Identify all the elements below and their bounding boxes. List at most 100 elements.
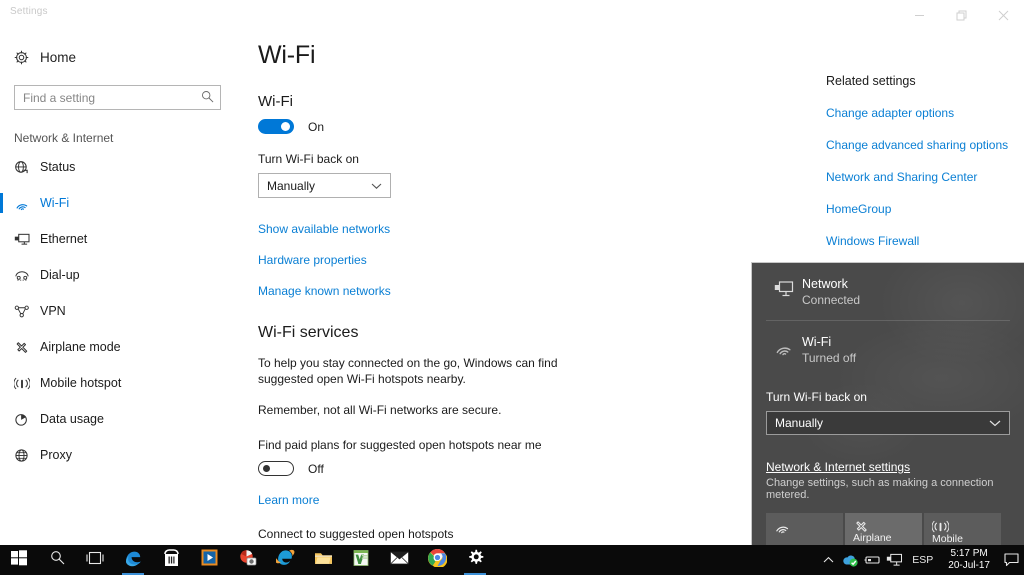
internet-explorer-button[interactable]: [266, 545, 304, 575]
sidebar-item-proxy[interactable]: Proxy: [0, 437, 237, 473]
quick-action-wifi[interactable]: Wi-Fi: [766, 513, 843, 545]
flyout-wifi-status: Turned off: [802, 351, 857, 365]
search-icon: [201, 90, 214, 108]
network-icon[interactable]: [883, 545, 905, 575]
flyout-network-entry[interactable]: Network Connected: [752, 263, 1024, 318]
sidebar-item-dialup[interactable]: Dial-up: [0, 257, 237, 293]
flyout-wifi-entry[interactable]: Wi-Fi Turned off: [752, 321, 1024, 376]
task-view-icon: [86, 551, 104, 570]
gear-icon: [467, 549, 484, 571]
sidebar-item-label: Status: [40, 160, 76, 174]
paid-plans-toggle-label: Off: [308, 461, 324, 476]
wifi-icon: [14, 196, 40, 211]
edge-button[interactable]: [114, 545, 152, 575]
mail-button[interactable]: [380, 545, 418, 575]
datausage-icon: [14, 412, 40, 427]
file-explorer-button[interactable]: [304, 545, 342, 575]
sidebar-item-mobile-hotspot[interactable]: Mobile hotspot: [0, 365, 237, 401]
clock[interactable]: 5:17 PM 20-Jul-17: [940, 548, 998, 572]
minimize-button[interactable]: [898, 0, 940, 30]
chevron-down-icon: [371, 182, 382, 190]
media-player-button[interactable]: [190, 545, 228, 575]
homegroup-link[interactable]: HomeGroup: [826, 202, 891, 216]
flyout-dropdown-value: Manually: [775, 416, 824, 430]
clock-date: 20-Jul-17: [948, 560, 990, 571]
quick-actions-row: Wi-Fi Airplane mode: [766, 513, 1024, 545]
task-view-button[interactable]: [76, 545, 114, 575]
windows-firewall-link[interactable]: Windows Firewall: [826, 234, 919, 248]
show-available-networks-link[interactable]: Show available networks: [258, 222, 390, 236]
sidebar-item-label: Airplane mode: [40, 340, 121, 354]
sidebar-item-label: Data usage: [40, 412, 104, 426]
sidebar-home-label: Home: [40, 49, 77, 65]
quick-action-mobile-hotspot[interactable]: Mobile hotspot: [924, 513, 1001, 545]
chrome-icon: [427, 548, 447, 572]
chrome-button[interactable]: [418, 545, 456, 575]
sidebar-item-label: Wi-Fi: [40, 196, 70, 210]
quick-action-label: Airplane mode: [853, 532, 892, 545]
sidebar-item-ethernet[interactable]: Ethernet: [0, 221, 237, 257]
wifi-services-heading: Wi-Fi services: [258, 324, 359, 341]
removable-media-icon[interactable]: [861, 545, 883, 575]
ie-icon: [275, 548, 295, 572]
sidebar-item-label: Ethernet: [40, 232, 88, 246]
network-and-sharing-center-link[interactable]: Network and Sharing Center: [826, 170, 977, 184]
sidebar-item-data-usage[interactable]: Data usage: [0, 401, 237, 437]
change-advanced-sharing-options-link[interactable]: Change advanced sharing options: [826, 138, 1008, 152]
sidebar-item-status[interactable]: Status: [0, 149, 237, 185]
sidebar-item-home[interactable]: Home: [0, 43, 237, 71]
wifi-toggle[interactable]: [258, 119, 294, 134]
hardware-properties-link[interactable]: Hardware properties: [258, 253, 367, 267]
search-icon: [50, 550, 65, 570]
sidebar-item-vpn[interactable]: VPN: [0, 293, 237, 329]
search-button[interactable]: [38, 545, 76, 575]
snipping-tool-button[interactable]: [228, 545, 266, 575]
close-button[interactable]: [982, 0, 1024, 30]
window-caption: Settings: [10, 6, 48, 17]
wifi-section-heading: Wi-Fi: [258, 93, 293, 110]
wifi-icon: [774, 519, 843, 539]
turn-wifi-back-on-dropdown[interactable]: Manually: [258, 173, 391, 198]
sidebar-group-title: Network & Internet: [14, 131, 114, 145]
settings-button[interactable]: [456, 545, 494, 575]
quick-action-label: Mobile hotspot: [932, 533, 966, 545]
store-icon: [163, 548, 180, 572]
windows-logo-icon: [11, 549, 27, 571]
main-content: Wi-Fi Wi-Fi On Turn Wi-Fi back on Manual…: [237, 30, 807, 565]
excel-button[interactable]: [342, 545, 380, 575]
onedrive-icon[interactable]: [839, 545, 861, 575]
show-hidden-icons-button[interactable]: [817, 545, 839, 575]
store-button[interactable]: [152, 545, 190, 575]
paid-plans-toggle[interactable]: [258, 461, 294, 476]
paid-plans-label: Find paid plans for suggested open hotsp…: [258, 438, 542, 452]
sidebar-item-wifi[interactable]: Wi-Fi: [0, 185, 237, 221]
chevron-down-icon: [989, 419, 1001, 427]
window-controls: [898, 0, 1024, 30]
edge-icon: [123, 548, 143, 573]
sidebar-item-label: Mobile hotspot: [40, 376, 122, 390]
airplane-icon: [14, 340, 40, 355]
action-center-button[interactable]: [998, 545, 1024, 575]
flyout-network-title: Network: [802, 277, 848, 291]
clock-time: 5:17 PM: [950, 548, 988, 559]
dialup-icon: [14, 268, 40, 282]
connect-hotspots-label: Connect to suggested open hotspots: [258, 527, 454, 541]
flyout-turn-wifi-back-on-dropdown[interactable]: Manually: [766, 411, 1010, 435]
learn-more-link[interactable]: Learn more: [258, 493, 319, 507]
start-button[interactable]: [0, 545, 38, 575]
globe-status-icon: [14, 160, 40, 175]
manage-known-networks-link[interactable]: Manage known networks: [258, 284, 391, 298]
language-indicator[interactable]: ESP: [905, 554, 940, 566]
sidebar-item-label: Proxy: [40, 448, 72, 462]
sidebar-item-airplane-mode[interactable]: Airplane mode: [0, 329, 237, 365]
sidebar: Home Network & Internet Status: [0, 30, 237, 545]
change-adapter-options-link[interactable]: Change adapter options: [826, 106, 954, 120]
sidebar-item-label: Dial-up: [40, 268, 80, 282]
gear-icon: [14, 50, 40, 65]
search-input[interactable]: [14, 85, 221, 110]
flyout-network-internet-settings-link[interactable]: Network & Internet settings: [766, 460, 910, 474]
restore-button[interactable]: [940, 0, 982, 30]
quick-action-airplane-mode[interactable]: Airplane mode: [845, 513, 922, 545]
page-title: Wi-Fi: [258, 41, 316, 69]
dropdown-value: Manually: [267, 178, 316, 193]
